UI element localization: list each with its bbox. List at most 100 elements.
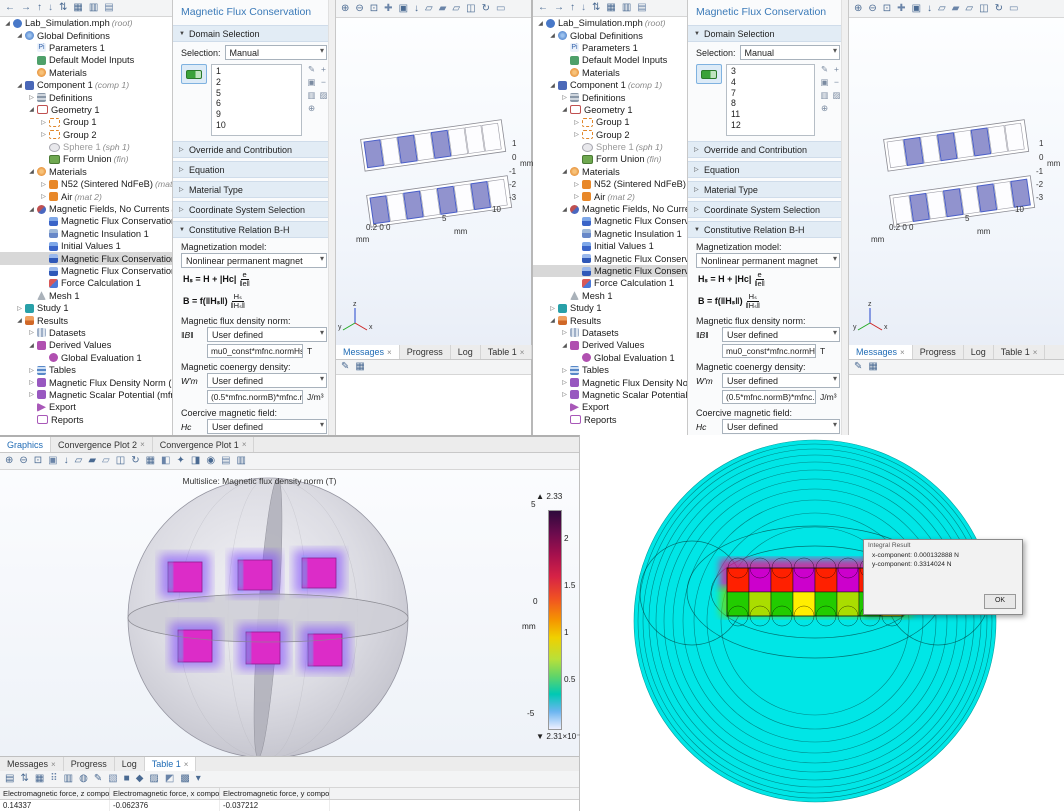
tree-item-n52-sintered-ndfeb[interactable]: ▷N52 (Sintered NdFeB)(mat 1) — [0, 178, 172, 190]
tab-messages[interactable]: Messages — [336, 345, 400, 359]
zoom-in-icon[interactable]: ⊕ — [339, 2, 351, 16]
color-theme-icon[interactable]: ◉ — [204, 454, 217, 468]
expand-arrow-icon[interactable]: ▷ — [27, 329, 36, 336]
move-down-icon[interactable]: ↓ — [46, 1, 55, 15]
tree-item-mesh-1[interactable]: Mesh 1 — [533, 290, 687, 302]
expand-arrow-icon[interactable]: ▷ — [39, 193, 48, 200]
collapse-arrow-icon[interactable]: ◢ — [548, 82, 557, 89]
tree-item-global-evaluation-1[interactable]: Global Evaluation 1 — [533, 352, 687, 364]
tree-item-component-1[interactable]: ◢Component 1(comp 1) — [533, 79, 687, 91]
zoom-out-icon[interactable]: ⊖ — [17, 454, 29, 468]
expand-arrow-icon[interactable]: ▷ — [572, 193, 581, 200]
rotate-icon[interactable]: ↻ — [993, 2, 1005, 16]
export-plot-icon[interactable]: ▩ — [178, 772, 191, 786]
coenergy-combo[interactable]: User defined — [207, 373, 327, 388]
create-selection-icon[interactable]: ✎ — [819, 64, 830, 76]
paste-selection-icon[interactable]: ▥ — [819, 90, 830, 102]
tab-table1[interactable]: Table 1 — [481, 345, 533, 359]
copy-selection-icon[interactable]: ▣ — [819, 77, 830, 89]
selection-combo[interactable]: Manual — [225, 45, 327, 60]
section-constitutive[interactable]: Constitutive Relation B-H — [173, 221, 335, 238]
2d-field-plot[interactable] — [580, 435, 1064, 811]
collapse-all-icon[interactable]: ⇅ — [57, 1, 69, 15]
tree-item-reports[interactable]: Reports — [533, 414, 687, 426]
section-constitutive[interactable]: Constitutive Relation B-H — [688, 221, 848, 238]
environment-icon[interactable]: ◨ — [189, 454, 202, 468]
orientation-icon[interactable]: ↓ — [62, 454, 71, 468]
back-icon[interactable]: ← — [3, 1, 17, 15]
tree-item-global-evaluation-1[interactable]: Global Evaluation 1 — [0, 352, 172, 364]
collapse-arrow-icon[interactable]: ◢ — [560, 342, 569, 349]
coenergy-combo[interactable]: User defined — [722, 373, 840, 388]
expand-arrow-icon[interactable]: ▷ — [39, 119, 48, 126]
selection-combo[interactable]: Manual — [740, 45, 840, 60]
tab-graphics[interactable]: Graphics — [0, 437, 51, 452]
tree-item-parameters-1[interactable]: Parameters 1 — [533, 42, 687, 54]
section-material-type[interactable]: Material Type — [173, 181, 335, 198]
zoom-out-icon[interactable]: ⊖ — [866, 2, 878, 16]
coenergy-input[interactable]: (0.5*mfnc.normB)*mfnc.normHs — [722, 390, 816, 404]
section-equation[interactable]: Equation — [173, 161, 335, 178]
tab-progress[interactable]: Progress — [913, 345, 964, 359]
tree-item-materials[interactable]: Materials — [533, 67, 687, 79]
magnetization-model-combo[interactable]: Nonlinear permanent magnet — [181, 253, 327, 268]
tab-convergence-plot-1[interactable]: Convergence Plot 1 — [153, 437, 255, 452]
close-tab-icon[interactable] — [51, 760, 56, 769]
tab-convergence-plot-2[interactable]: Convergence Plot 2 — [51, 437, 153, 452]
export-table-icon[interactable]: ▥ — [62, 772, 75, 786]
table-grid-icon[interactable]: ▦ — [33, 772, 46, 786]
section-equation[interactable]: Equation — [688, 161, 848, 178]
flux-norm-combo[interactable]: User defined — [722, 327, 840, 342]
multislice-canvas[interactable]: Multislice: Magnetic flux density norm (… — [0, 470, 579, 756]
tree-item-group-2[interactable]: ▷Group 2 — [0, 129, 172, 141]
tree-item-definitions[interactable]: ▷Definitions — [0, 91, 172, 103]
open-in-window-icon[interactable]: ▦ — [353, 360, 366, 374]
tab-progress[interactable]: Progress — [64, 757, 115, 771]
close-tab-icon[interactable] — [242, 440, 247, 449]
camera-icon[interactable]: ◫ — [464, 2, 477, 16]
flux-norm-combo[interactable]: User defined — [207, 327, 327, 342]
tree-item-materials[interactable]: ◢Materials — [533, 166, 687, 178]
model-builder-settings-icon[interactable]: ▦ — [71, 1, 84, 15]
tree-item-parameters-1[interactable]: Parameters 1 — [0, 42, 172, 54]
forward-icon[interactable]: → — [552, 1, 566, 15]
model-builder-settings-icon[interactable]: ▦ — [604, 1, 617, 15]
tree-item-lab-simulation-mph[interactable]: ◢Lab_Simulation.mph(root) — [0, 17, 172, 29]
significant-digits-icon[interactable]: ◍ — [77, 772, 90, 786]
view-zx-icon[interactable]: ▱ — [100, 454, 112, 468]
tree-item-results[interactable]: ◢Results — [0, 314, 172, 326]
expand-arrow-icon[interactable]: ▷ — [572, 181, 581, 188]
integral-result-dialog[interactable]: Integral Result x-component: 0.000132888… — [863, 539, 1023, 615]
tree-item-study-1[interactable]: ▷Study 1 — [0, 302, 172, 314]
expand-arrow-icon[interactable]: ▷ — [548, 305, 557, 312]
collapse-arrow-icon[interactable]: ◢ — [548, 32, 557, 39]
tree-item-group-1[interactable]: ▷Group 1 — [533, 116, 687, 128]
expand-arrow-icon[interactable]: ▷ — [27, 367, 36, 374]
move-up-icon[interactable]: ↑ — [35, 1, 44, 15]
close-tab-icon[interactable] — [387, 348, 392, 357]
zoom-out-icon[interactable]: ⊖ — [353, 2, 365, 16]
collapse-arrow-icon[interactable]: ◢ — [27, 168, 36, 175]
tab-progress[interactable]: Progress — [400, 345, 451, 359]
tree-item-initial-values-1[interactable]: Initial Values 1 — [533, 240, 687, 252]
tree-item-export[interactable]: Export — [0, 401, 172, 413]
view-xy-icon[interactable]: ▱ — [936, 2, 948, 16]
tree-item-group-2[interactable]: ▷Group 2 — [533, 129, 687, 141]
expand-arrow-icon[interactable]: ▷ — [39, 131, 48, 138]
tree-item-magnetic-scalar-potential-mfnc[interactable]: ▷Magnetic Scalar Potential (mfnc) — [0, 389, 172, 401]
zoom-box-icon[interactable]: ⊡ — [881, 2, 893, 16]
tree-item-derived-values[interactable]: ◢Derived Values — [0, 339, 172, 351]
print-icon[interactable]: ▥ — [235, 454, 248, 468]
section-domain-selection[interactable]: Domain Selection — [688, 25, 848, 42]
tree-item-tables[interactable]: ▷Tables — [0, 364, 172, 376]
active-selection-toggle[interactable] — [181, 64, 207, 84]
create-selection-icon[interactable]: ✎ — [306, 64, 317, 76]
view-yz-icon[interactable]: ▰ — [86, 454, 98, 468]
domain-selection-list[interactable]: 3 4 7 8 11 12 — [726, 64, 815, 136]
collapse-arrow-icon[interactable]: ◢ — [15, 82, 24, 89]
expand-arrow-icon[interactable]: ▷ — [572, 131, 581, 138]
zoom-to-selection-icon[interactable]: ⊕ — [306, 103, 317, 115]
tree-item-magnetic-insulation-1[interactable]: Magnetic Insulation 1 — [0, 228, 172, 240]
graphics-canvas-left[interactable]: 1 0 -1 -2 -3 mm 0 5 10 mm 0.2 0 mm z y — [336, 18, 531, 345]
table-graph-icon[interactable]: ■ — [122, 772, 132, 786]
